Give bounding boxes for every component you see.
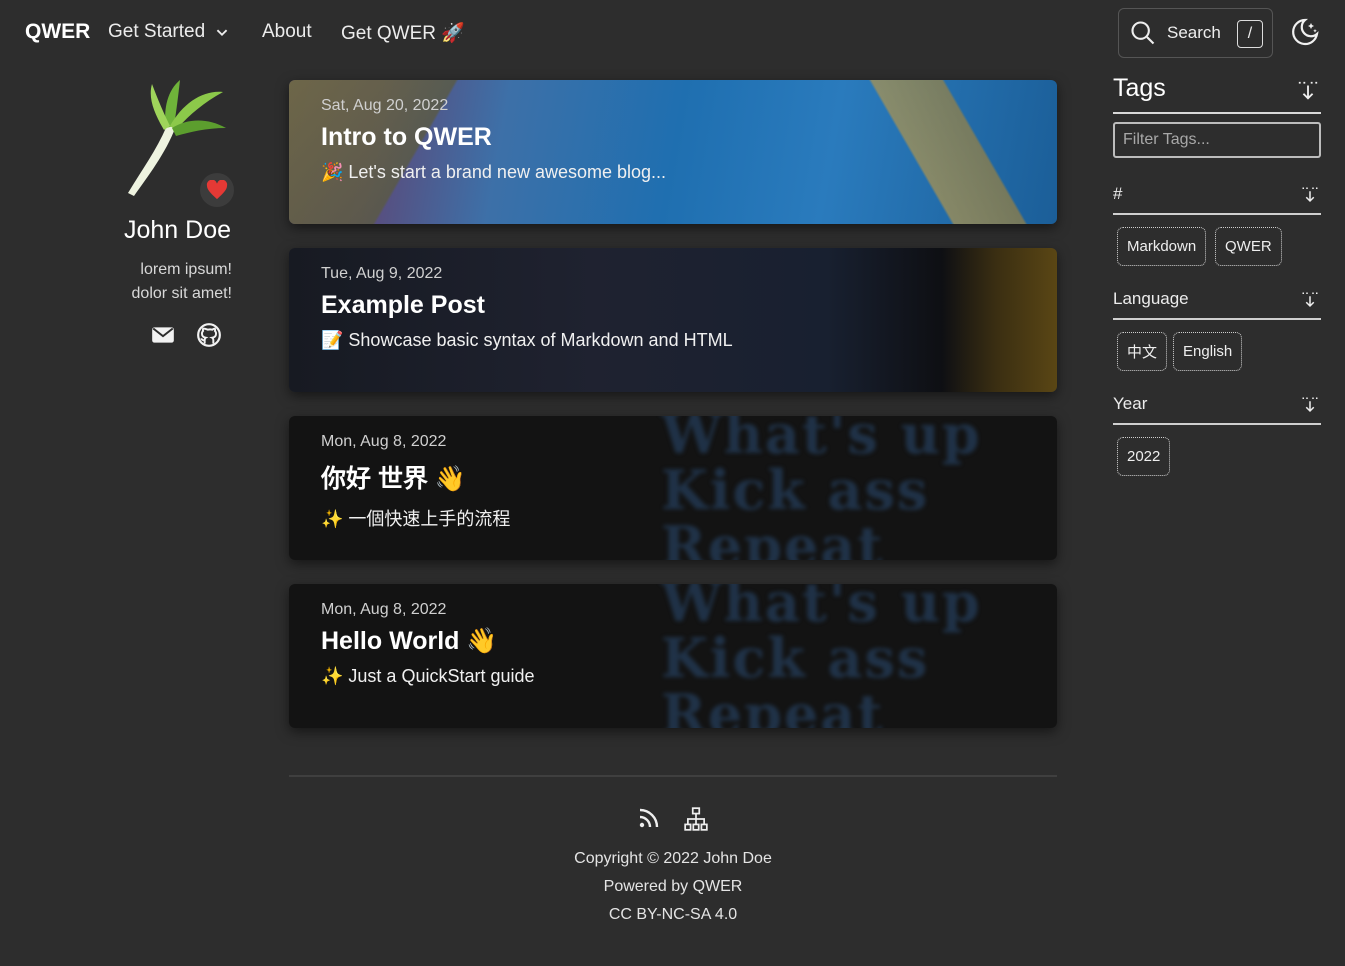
chevron-down-icon [216, 29, 228, 37]
tag-group-title: # [1113, 184, 1123, 203]
tag-group-divider [1113, 423, 1321, 425]
tag-chip[interactable]: QWER [1215, 227, 1282, 266]
search-icon [1131, 21, 1155, 45]
social-links [150, 322, 222, 348]
nav-get-started-label: Get Started [108, 21, 206, 42]
tags-title: Tags [1113, 74, 1166, 102]
tag-chip[interactable]: English [1173, 332, 1243, 371]
footer-text: Copyright © 2022 John Doe Powered by QWE… [289, 845, 1057, 929]
cover-text: What's up Kick ass Repeat [661, 584, 982, 728]
nav-about[interactable]: About [262, 21, 312, 43]
bio-line: lorem ipsum! [140, 261, 232, 278]
post-summary: ✨ 一個快速上手的流程 [321, 509, 511, 529]
footer-divider [289, 775, 1057, 777]
search-button[interactable]: Search / [1118, 8, 1273, 58]
github-icon[interactable] [196, 322, 222, 348]
search-label: Search [1167, 23, 1221, 42]
cover-text-line: Kick ass [661, 626, 930, 690]
tag-chip[interactable]: 中文 [1117, 332, 1168, 371]
cover-text-line: Repeat [661, 514, 885, 560]
mail-icon[interactable] [150, 322, 176, 348]
tag-chip[interactable]: Markdown [1117, 227, 1207, 266]
tag-group-divider [1113, 213, 1321, 215]
post-title[interactable]: 你好 世界 👋 [321, 459, 510, 495]
post-date: Sat, Aug 20, 2022 [321, 97, 449, 114]
cover-text: What's up Kick ass Repeat [661, 416, 982, 560]
rss-icon[interactable] [637, 806, 661, 830]
post-summary: ✨ Just a QuickStart guide [321, 666, 535, 686]
post-card[interactable]: What's up Kick ass Repeat Mon, Aug 8, 20… [289, 416, 1057, 560]
profile-name: John Doe [123, 216, 232, 244]
cover-text-line: What's up [661, 584, 982, 634]
license-text[interactable]: CC BY-NC-SA 4.0 [289, 901, 1057, 929]
tag-group-title: Year [1113, 394, 1148, 413]
profile-bio: lorem ipsum! dolor sit amet! [82, 258, 232, 306]
post-card[interactable]: Tue, Aug 9, 2022 Example Post 📝 Showcase… [289, 248, 1057, 392]
post-title[interactable]: Hello World 👋 [321, 627, 535, 656]
sort-icon[interactable] [1297, 80, 1319, 102]
post-card[interactable]: Sat, Aug 20, 2022 Intro to QWER 🎉 Let's … [289, 80, 1057, 224]
post-date: Mon, Aug 8, 2022 [321, 601, 447, 618]
heart-badge [200, 173, 234, 207]
tag-chip[interactable]: 2022 [1117, 437, 1171, 476]
tags-divider [1113, 112, 1321, 114]
post-card[interactable]: What's up Kick ass Repeat Mon, Aug 8, 20… [289, 584, 1057, 728]
sort-icon[interactable] [1301, 186, 1319, 204]
post-summary: 📝 Showcase basic syntax of Markdown and … [321, 330, 733, 350]
heart-icon [206, 180, 228, 200]
cover-text-line: What's up [661, 416, 982, 466]
post-title[interactable]: Example Post [321, 291, 733, 320]
post-date: Mon, Aug 8, 2022 [321, 433, 447, 450]
top-nav: QWER Get Started About Get QWER 🚀 Search… [0, 0, 1345, 66]
powered-by-text[interactable]: Powered by QWER [289, 873, 1057, 901]
search-shortcut-key: / [1237, 20, 1263, 48]
tag-group-divider [1113, 318, 1321, 320]
sitemap-icon[interactable] [683, 806, 708, 831]
sort-icon[interactable] [1301, 291, 1319, 309]
bio-line: dolor sit amet! [131, 285, 232, 302]
post-summary: 🎉 Let's start a brand new awesome blog..… [321, 162, 667, 182]
sort-icon[interactable] [1301, 396, 1319, 414]
brand-logo[interactable]: QWER [25, 20, 90, 44]
nav-get-qwer[interactable]: Get QWER 🚀 [341, 21, 465, 45]
footer-icons [637, 806, 708, 831]
copyright-text: Copyright © 2022 John Doe [574, 850, 772, 867]
post-date: Tue, Aug 9, 2022 [321, 265, 443, 282]
cover-text-line: Kick ass [661, 458, 930, 522]
nav-get-started[interactable]: Get Started [108, 21, 233, 43]
post-title[interactable]: Intro to QWER [321, 123, 666, 152]
theme-toggle-icon[interactable] [1290, 17, 1320, 47]
cover-text-line: Repeat [661, 682, 885, 728]
tag-group-title: Language [1113, 289, 1189, 308]
filter-tags-input[interactable] [1113, 122, 1321, 158]
